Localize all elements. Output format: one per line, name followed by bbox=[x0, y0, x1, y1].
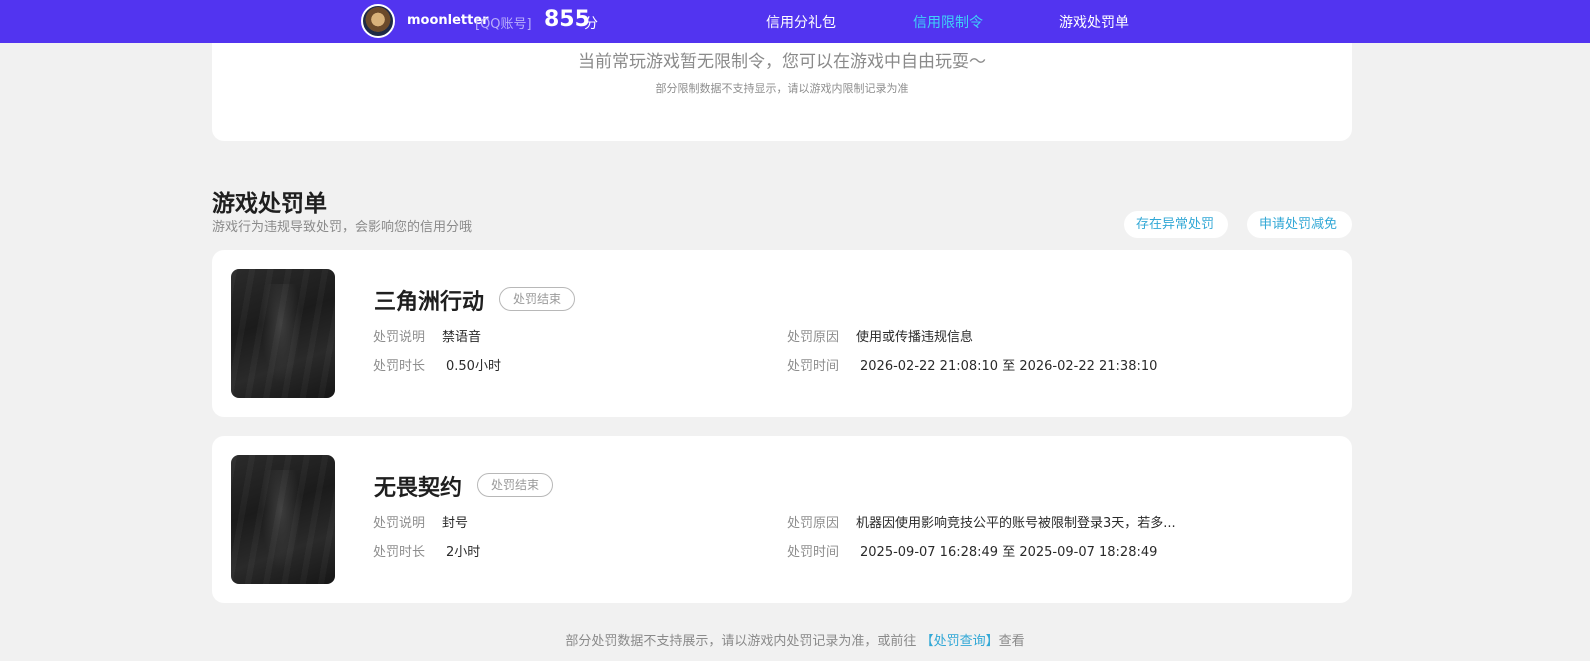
label-duration: 处罚时长 bbox=[373, 545, 426, 560]
status-badge: 处罚结束 bbox=[477, 473, 554, 497]
abnormal-punishment-button[interactable]: 存在异常处罚 bbox=[1124, 211, 1228, 238]
section-title: 游戏处罚单 bbox=[212, 191, 327, 217]
label-time: 处罚时间 bbox=[787, 545, 840, 560]
value-time: 2025-09-07 16:28:49 至 2025-09-07 18:28:4… bbox=[860, 545, 1158, 560]
value-reason: 机器因使用影响竞技公平的账号被限制登录3天，若多... bbox=[856, 516, 1176, 531]
section-description: 游戏行为违规导致处罚，会影响您的信用分哦 bbox=[212, 220, 473, 235]
footer-text: 部分处罚数据不支持展示，请以游戏内处罚记录为准，或前往 bbox=[565, 634, 917, 649]
restriction-note: 部分限制数据不支持显示，请以游戏内限制记录为准 bbox=[655, 82, 909, 95]
value-desc: 禁语音 bbox=[442, 330, 482, 345]
punishment-card[interactable]: 三角洲行动 处罚结束 处罚说明 禁语音 处罚时长 0.50小时 处罚原因 使用或… bbox=[212, 250, 1352, 417]
game-cover-image bbox=[231, 455, 335, 584]
status-badge: 处罚结束 bbox=[499, 287, 576, 311]
value-reason: 使用或传播违规信息 bbox=[856, 330, 974, 345]
game-name: 无畏契约 bbox=[374, 476, 463, 501]
label-reason: 处罚原因 bbox=[787, 516, 840, 531]
restriction-message: 当前常玩游戏暂无限制令，您可以在游戏中自由玩耍～ bbox=[578, 52, 986, 72]
value-duration: 2小时 bbox=[446, 545, 481, 560]
punishment-query-link[interactable]: 【处罚查询】 bbox=[921, 634, 999, 649]
footer-suffix: 查看 bbox=[998, 634, 1025, 649]
nav-game-punishment[interactable]: 游戏处罚单 bbox=[1059, 12, 1129, 32]
value-time: 2026-02-22 21:08:10 至 2026-02-22 21:38:1… bbox=[860, 359, 1158, 374]
avatar[interactable] bbox=[361, 4, 395, 38]
game-name: 三角洲行动 bbox=[374, 290, 485, 315]
value-duration: 0.50小时 bbox=[446, 359, 501, 374]
label-desc: 处罚说明 bbox=[373, 330, 426, 345]
nav-credit-gift[interactable]: 信用分礼包 bbox=[766, 12, 836, 32]
nav-credit-restriction[interactable]: 信用限制令 bbox=[913, 12, 983, 32]
footer-note: 部分处罚数据不支持展示，请以游戏内处罚记录为准，或前往 【处罚查询】查看 bbox=[0, 630, 1590, 649]
label-reason: 处罚原因 bbox=[787, 330, 840, 345]
game-cover-image bbox=[231, 269, 335, 398]
label-duration: 处罚时长 bbox=[373, 359, 426, 374]
punishment-card[interactable]: 无畏契约 处罚结束 处罚说明 封号 处罚时长 2小时 处罚原因 机器因使用影响竞… bbox=[212, 436, 1352, 603]
credit-score-unit: 分 bbox=[584, 16, 598, 32]
value-desc: 封号 bbox=[442, 516, 469, 531]
top-nav-bar: moonletter [QQ账号] 855 分 信用分礼包 信用限制令 游戏处罚… bbox=[0, 0, 1590, 43]
label-time: 处罚时间 bbox=[787, 359, 840, 374]
label-desc: 处罚说明 bbox=[373, 516, 426, 531]
appeal-reduction-button[interactable]: 申请处罚减免 bbox=[1247, 211, 1352, 238]
account-type: [QQ账号] bbox=[475, 17, 532, 32]
